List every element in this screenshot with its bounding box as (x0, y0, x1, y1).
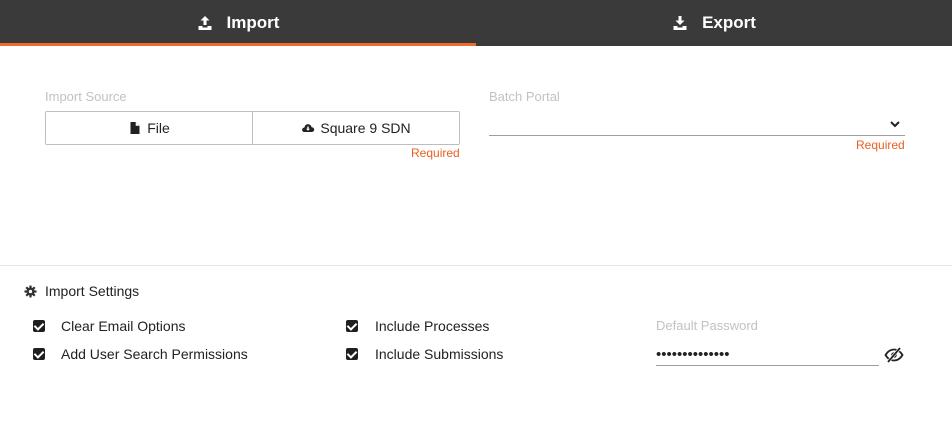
add-user-search-permissions-label: Add User Search Permissions (61, 346, 248, 362)
batch-portal-select[interactable] (489, 113, 905, 136)
section-divider (0, 265, 952, 266)
square9-sdn-button[interactable]: Square 9 SDN (252, 112, 459, 144)
include-submissions-checkbox[interactable]: Include Submissions (346, 346, 503, 362)
tab-export-label: Export (702, 13, 756, 32)
import-source-label: Import Source (45, 89, 127, 104)
chevron-down-icon (890, 121, 900, 128)
add-user-search-permissions-checkbox[interactable]: Add User Search Permissions (33, 346, 248, 362)
checkbox-checked-icon (33, 320, 45, 332)
import-settings-title: Import Settings (45, 283, 140, 299)
tab-bar: Import Export (0, 0, 952, 46)
import-settings-header: Import Settings (24, 283, 139, 299)
include-processes-checkbox[interactable]: Include Processes (346, 318, 489, 334)
tab-import-label: Import (226, 13, 280, 32)
download-icon (673, 16, 687, 30)
batch-portal-label: Batch Portal (489, 89, 560, 104)
gear-icon (24, 284, 37, 298)
import-source-required: Required (411, 146, 460, 160)
file-button-label: File (147, 120, 170, 136)
clear-email-options-checkbox[interactable]: Clear Email Options (33, 318, 186, 334)
tab-import[interactable]: Import (0, 0, 476, 46)
checkbox-checked-icon (346, 320, 358, 332)
batch-portal-required: Required (856, 138, 905, 152)
tab-export[interactable]: Export (476, 0, 952, 46)
import-source-segmented: File Square 9 SDN (45, 111, 460, 145)
square9-sdn-button-label: Square 9 SDN (320, 120, 411, 136)
cloud-download-icon (302, 124, 315, 132)
checkbox-checked-icon (33, 348, 45, 360)
upload-icon (198, 16, 212, 30)
file-button[interactable]: File (46, 112, 252, 144)
checkbox-checked-icon (346, 348, 358, 360)
include-submissions-label: Include Submissions (375, 346, 504, 362)
eye-slash-icon[interactable] (884, 347, 904, 363)
file-icon (130, 122, 140, 134)
default-password-label: Default Password (656, 318, 758, 333)
clear-email-options-label: Clear Email Options (61, 318, 186, 334)
include-processes-label: Include Processes (375, 318, 490, 334)
default-password-field[interactable] (656, 344, 879, 366)
